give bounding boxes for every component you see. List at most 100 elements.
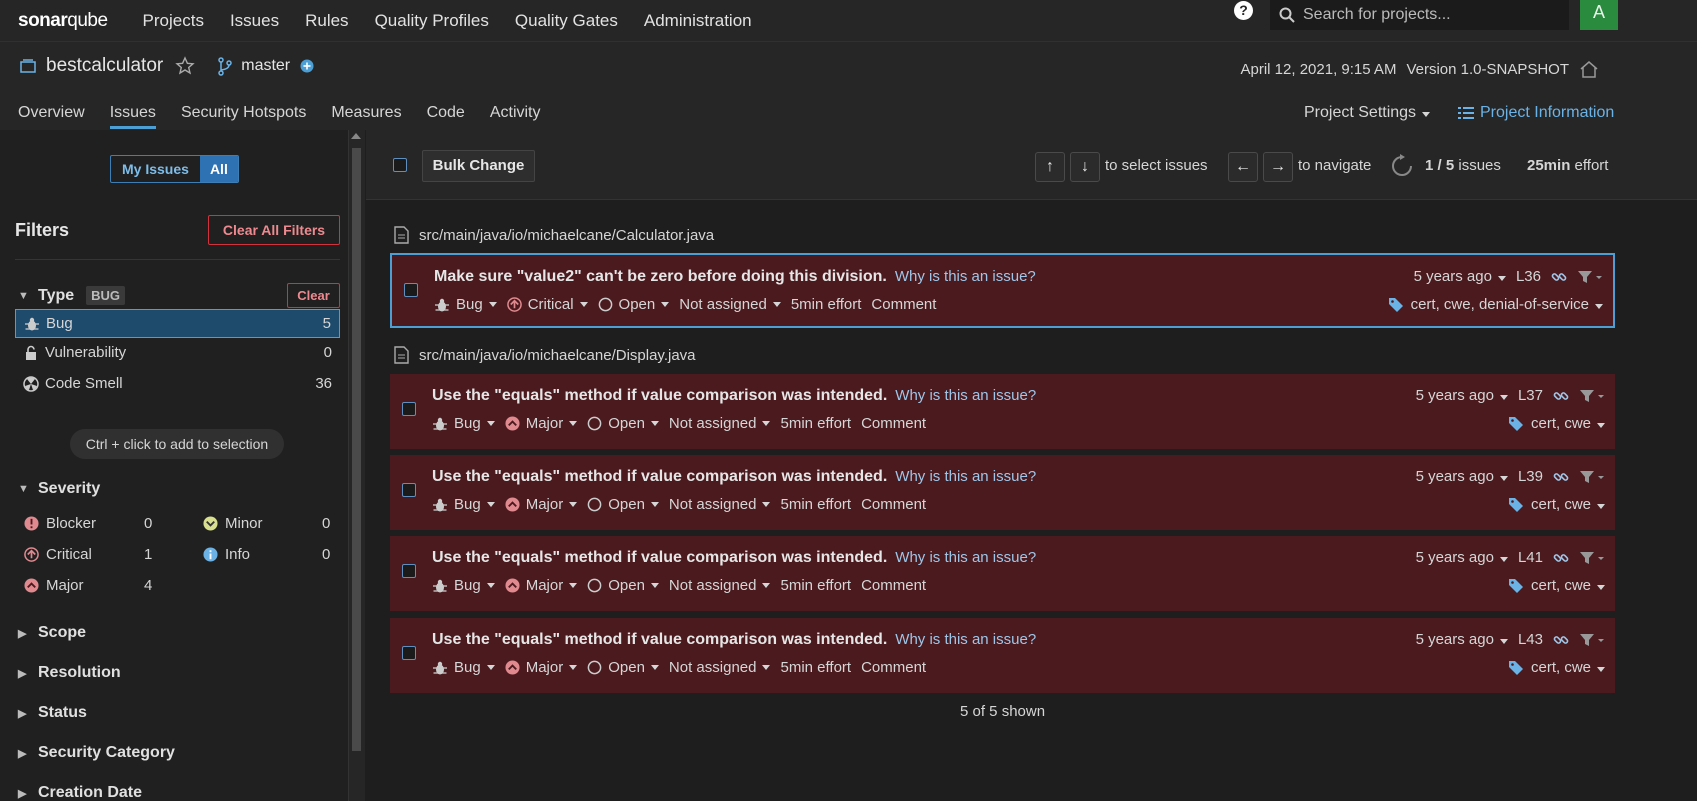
issue-type-dropdown[interactable]: Bug <box>432 496 495 513</box>
severity-item-major[interactable]: Major 4 <box>24 577 154 594</box>
sonarqube-logo[interactable]: sonarqube <box>18 10 108 32</box>
file-path-header[interactable]: src/main/java/io/michaelcane/Calculator.… <box>394 226 714 244</box>
tab-measures[interactable]: Measures <box>331 104 401 129</box>
scope-facet-header[interactable]: ▶ Scope <box>18 624 86 642</box>
issue-message[interactable]: Use the "equals" method if value compari… <box>432 468 887 485</box>
nav-projects[interactable]: Projects <box>130 11 217 31</box>
issue-row[interactable]: Use the "equals" method if value compari… <box>390 374 1615 449</box>
down-arrow-key[interactable]: ↓ <box>1070 152 1100 182</box>
nav-administration[interactable]: Administration <box>631 11 765 31</box>
all-issues-button[interactable]: All <box>199 156 238 182</box>
nav-rules[interactable]: Rules <box>292 11 361 31</box>
up-arrow-key[interactable]: ↑ <box>1035 152 1065 182</box>
bulk-change-button[interactable]: Bulk Change <box>422 150 535 182</box>
issue-severity-dropdown[interactable]: Major <box>505 496 578 513</box>
issue-checkbox[interactable] <box>404 283 418 297</box>
issue-status-dropdown[interactable]: Open <box>587 415 659 432</box>
issue-type-dropdown[interactable]: Bug <box>434 296 497 313</box>
why-link[interactable]: Why is this an issue? <box>895 549 1036 566</box>
issue-tags-dropdown[interactable]: cert, cwe <box>1531 659 1605 676</box>
clear-type-button[interactable]: Clear <box>287 283 340 308</box>
issue-severity-dropdown[interactable]: Major <box>505 577 578 594</box>
severity-item-minor[interactable]: Minor 0 <box>203 515 333 532</box>
issue-status-dropdown[interactable]: Open <box>587 577 659 594</box>
issue-severity-dropdown[interactable]: Critical <box>506 296 588 313</box>
star-icon[interactable] <box>175 56 195 76</box>
issue-message[interactable]: Use the "equals" method if value compari… <box>432 549 887 566</box>
issue-tags-dropdown[interactable]: cert, cwe, denial-of-service <box>1411 296 1603 313</box>
issue-line[interactable]: L41 <box>1518 549 1543 566</box>
issue-assignee-dropdown[interactable]: Not assigned <box>679 296 781 313</box>
filter-icon[interactable] <box>1579 632 1605 648</box>
severity-item-critical[interactable]: Critical 1 <box>24 546 154 563</box>
issue-severity-dropdown[interactable]: Major <box>505 415 578 432</box>
issue-severity-dropdown[interactable]: Major <box>505 659 578 676</box>
issue-assignee-dropdown[interactable]: Not assigned <box>669 659 771 676</box>
comment-button[interactable]: Comment <box>861 415 926 432</box>
issue-line[interactable]: L39 <box>1518 468 1543 485</box>
permalink-icon[interactable] <box>1553 388 1569 404</box>
search-input[interactable]: Search for projects... <box>1270 0 1569 30</box>
issue-status-dropdown[interactable]: Open <box>598 296 670 313</box>
resolution-facet-header[interactable]: ▶ Resolution <box>18 664 121 682</box>
issue-checkbox[interactable] <box>402 564 416 578</box>
right-arrow-key[interactable]: → <box>1263 152 1293 182</box>
my-issues-button[interactable]: My Issues <box>111 156 200 182</box>
left-arrow-key[interactable]: ← <box>1228 152 1258 182</box>
issue-assignee-dropdown[interactable]: Not assigned <box>669 577 771 594</box>
scroll-up-icon[interactable] <box>351 133 361 139</box>
tab-security-hotspots[interactable]: Security Hotspots <box>181 104 306 129</box>
type-item-vulnerability[interactable]: Vulnerability 0 <box>15 338 340 367</box>
issue-checkbox[interactable] <box>402 483 416 497</box>
clear-all-filters-button[interactable]: Clear All Filters <box>208 215 340 245</box>
issue-age-dropdown[interactable]: 5 years ago <box>1414 268 1506 285</box>
filter-icon[interactable] <box>1579 388 1605 404</box>
filter-icon[interactable] <box>1579 550 1605 566</box>
scrollbar-thumb[interactable] <box>352 148 361 751</box>
issue-row[interactable]: Use the "equals" method if value compari… <box>390 536 1615 611</box>
issue-assignee-dropdown[interactable]: Not assigned <box>669 496 771 513</box>
type-item-code-smell[interactable]: Code Smell 36 <box>15 369 340 398</box>
issue-type-dropdown[interactable]: Bug <box>432 577 495 594</box>
issue-tags-dropdown[interactable]: cert, cwe <box>1531 577 1605 594</box>
select-all-checkbox[interactable] <box>393 158 407 172</box>
filter-icon[interactable] <box>1577 269 1603 285</box>
permalink-icon[interactable] <box>1553 550 1569 566</box>
comment-button[interactable]: Comment <box>861 496 926 513</box>
issue-status-dropdown[interactable]: Open <box>587 659 659 676</box>
issue-checkbox[interactable] <box>402 646 416 660</box>
issue-line[interactable]: L43 <box>1518 631 1543 648</box>
issue-row[interactable]: Use the "equals" method if value compari… <box>390 618 1615 693</box>
issue-age-dropdown[interactable]: 5 years ago <box>1416 549 1508 566</box>
why-link[interactable]: Why is this an issue? <box>895 387 1036 404</box>
why-link[interactable]: Why is this an issue? <box>895 268 1036 285</box>
project-information-link[interactable]: Project Information <box>1458 104 1614 122</box>
comment-button[interactable]: Comment <box>861 577 926 594</box>
issue-line[interactable]: L37 <box>1518 387 1543 404</box>
issue-message[interactable]: Use the "equals" method if value compari… <box>432 387 887 404</box>
tab-overview[interactable]: Overview <box>18 104 85 129</box>
filter-icon[interactable] <box>1579 469 1605 485</box>
project-name[interactable]: bestcalculator <box>46 55 163 77</box>
tab-issues[interactable]: Issues <box>109 104 156 129</box>
issue-message[interactable]: Use the "equals" method if value compari… <box>432 631 887 648</box>
issue-tags-dropdown[interactable]: cert, cwe <box>1531 415 1605 432</box>
security-category-facet-header[interactable]: ▶ Security Category <box>18 744 175 762</box>
issue-age-dropdown[interactable]: 5 years ago <box>1416 468 1508 485</box>
plus-circle-icon[interactable] <box>300 59 314 73</box>
issue-row[interactable]: Use the "equals" method if value compari… <box>390 455 1615 530</box>
why-link[interactable]: Why is this an issue? <box>895 631 1036 648</box>
file-path-header[interactable]: src/main/java/io/michaelcane/Display.jav… <box>394 346 696 364</box>
permalink-icon[interactable] <box>1551 269 1567 285</box>
type-facet-header[interactable]: ▼ Type BUG <box>18 286 126 305</box>
status-facet-header[interactable]: ▶ Status <box>18 704 87 722</box>
severity-item-blocker[interactable]: Blocker 0 <box>24 515 154 532</box>
nav-quality-profiles[interactable]: Quality Profiles <box>362 11 502 31</box>
comment-button[interactable]: Comment <box>861 659 926 676</box>
issue-tags-dropdown[interactable]: cert, cwe <box>1531 496 1605 513</box>
comment-button[interactable]: Comment <box>871 296 936 313</box>
avatar[interactable]: A <box>1580 0 1618 30</box>
issue-line[interactable]: L36 <box>1516 268 1541 285</box>
permalink-icon[interactable] <box>1553 632 1569 648</box>
reload-icon[interactable] <box>1390 154 1414 178</box>
